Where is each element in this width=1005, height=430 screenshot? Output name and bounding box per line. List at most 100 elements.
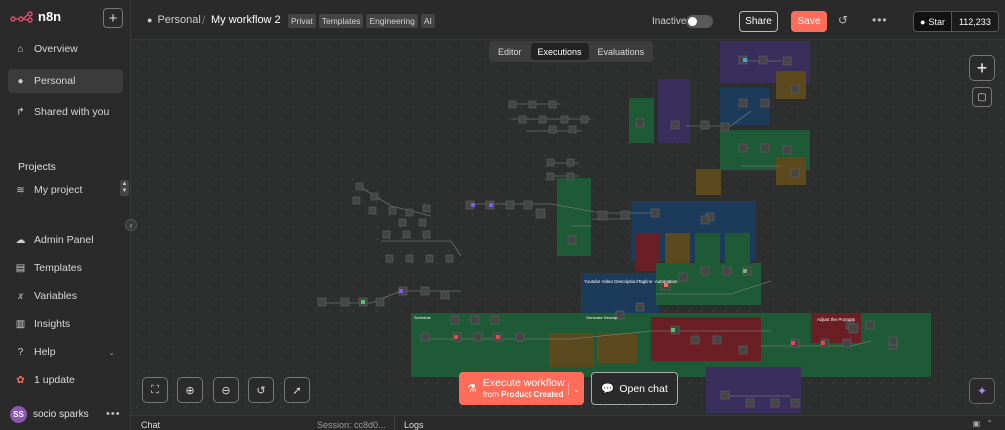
tab-executions[interactable]: Executions xyxy=(530,43,589,60)
tag[interactable]: Engineering xyxy=(366,14,418,28)
schedule-note-title: Schedule xyxy=(414,315,431,320)
selection-mode-button[interactable]: ➚ xyxy=(284,377,310,403)
n8n-logo-icon xyxy=(10,10,33,23)
expand-icon[interactable]: ⌃ xyxy=(986,419,999,428)
more-options-icon[interactable]: ••• xyxy=(872,13,888,27)
sidebar-item-label: Personal xyxy=(34,75,76,87)
execute-trigger: from Product Created xyxy=(483,389,565,400)
plus-icon: + xyxy=(108,9,118,27)
cursor-icon: ➚ xyxy=(292,384,302,397)
chevron-left-icon: ‹ xyxy=(129,220,133,230)
projects-scrollbar[interactable]: ▲ ▼ xyxy=(120,180,129,196)
chart-icon: ▥ xyxy=(15,318,26,330)
sidebar-item-label: 1 update xyxy=(34,374,75,386)
sticky-note[interactable] xyxy=(557,178,591,256)
sidebar-item-shared[interactable]: ↱ Shared with you xyxy=(8,100,123,124)
generate-note-title: Generate Descrip xyxy=(586,315,618,320)
sidebar-item-label: Templates xyxy=(34,262,82,274)
tag[interactable]: AI xyxy=(420,14,435,28)
execute-trigger-name: Product Created xyxy=(501,389,564,399)
sticky-note-icon: ▢ xyxy=(977,91,987,103)
zoom-in-button[interactable]: ⊕ xyxy=(177,377,203,403)
user-name: socio sparks xyxy=(33,409,89,420)
github-star: ● Star xyxy=(914,12,951,31)
sidebar-item-overview[interactable]: ⌂ Overview xyxy=(8,37,123,61)
active-toggle[interactable] xyxy=(686,15,713,28)
chevron-down-icon[interactable]: ⌄ xyxy=(568,383,580,395)
fit-view-icon: ⛶ xyxy=(151,383,159,396)
sticky-note[interactable] xyxy=(696,169,721,195)
share-icon: ↱ xyxy=(16,106,25,118)
tab-editor[interactable]: Editor xyxy=(491,43,529,60)
chat-icon: 💬 xyxy=(601,383,615,395)
save-button[interactable]: Save xyxy=(791,11,827,32)
share-button[interactable]: Share xyxy=(739,11,778,32)
sidebar-item-my-project[interactable]: ≋ My project xyxy=(8,178,123,202)
layers-icon: ≋ xyxy=(16,184,25,196)
execute-workflow-button[interactable]: ⚗ Execute workflow from Product Created … xyxy=(459,372,584,405)
workflow-name[interactable]: My workflow 2 xyxy=(211,14,281,26)
youtube-note-title: Youtube Video Description/Tagline- Autom… xyxy=(584,279,678,284)
panel-controls[interactable]: ▣⌃ xyxy=(973,419,999,428)
user-menu-button[interactable]: ••• xyxy=(106,408,121,420)
popout-icon[interactable]: ▣ xyxy=(973,419,987,428)
ai-assistant-button[interactable]: ✦ xyxy=(969,378,995,404)
session-id: Session: cc8d0... xyxy=(317,420,386,430)
sidebar-item-personal[interactable]: ● Personal xyxy=(8,69,123,93)
github-star-button[interactable]: ● Star 112,233 xyxy=(913,11,999,32)
chat-panel-label[interactable]: Chat xyxy=(141,420,160,430)
sidebar-item-admin-panel[interactable]: ☁ Admin Panel xyxy=(8,228,123,252)
fit-view-button[interactable]: ⛶ xyxy=(142,377,168,403)
sticky-note[interactable] xyxy=(651,317,761,361)
header: ● Personal / My workflow 2 Privat Templa… xyxy=(131,0,1005,40)
n8n-logo[interactable]: n8n xyxy=(10,9,61,24)
sidebar: n8n + ⌂ Overview ● Personal ↱ Shared wit… xyxy=(0,0,137,430)
workflow-tags[interactable]: Privat Templates Engineering AI xyxy=(288,14,435,28)
reset-zoom-button[interactable]: ↺ xyxy=(248,377,274,403)
workflow-graph[interactable]: Youtube Video Description/Tagline- Autom… xyxy=(131,41,1005,415)
app-root: n8n + ⌂ Overview ● Personal ↱ Shared wit… xyxy=(0,0,1005,430)
sidebar-item-update[interactable]: ✿ 1 update xyxy=(8,368,123,392)
status-label: Inactive xyxy=(652,16,687,27)
collapse-sidebar-button[interactable]: ‹ xyxy=(125,219,137,231)
breadcrumb-separator: / xyxy=(202,13,206,27)
add-sticky-button[interactable]: ▢ xyxy=(972,87,992,107)
panel-divider xyxy=(394,416,395,430)
zoom-out-button[interactable]: ⊖ xyxy=(213,377,239,403)
home-icon: ⌂ xyxy=(17,43,24,55)
cloud-icon: ☁ xyxy=(15,234,26,246)
open-chat-button[interactable]: 💬 Open chat xyxy=(591,372,678,405)
sidebar-item-help[interactable]: ? Help ⌄ xyxy=(8,340,123,364)
sidebar-item-variables[interactable]: 𝑥 Variables xyxy=(8,284,123,308)
app-name: n8n xyxy=(38,9,62,24)
view-tabs: Editor Executions Evaluations xyxy=(489,41,654,62)
avatar: SS xyxy=(10,406,27,423)
user-icon: ● xyxy=(17,75,24,87)
workflow-canvas[interactable]: Youtube Video Description/Tagline- Autom… xyxy=(131,41,1005,415)
history-icon[interactable]: ↺ xyxy=(838,13,848,27)
logs-panel-label[interactable]: Logs xyxy=(404,420,424,430)
add-node-button[interactable]: + xyxy=(969,55,995,81)
tab-evaluations[interactable]: Evaluations xyxy=(591,43,652,60)
sticky-note[interactable] xyxy=(597,333,637,363)
breadcrumb-project-label: Personal xyxy=(157,14,201,26)
sidebar-item-insights[interactable]: ▥ Insights xyxy=(8,312,123,336)
sticky-note[interactable] xyxy=(549,333,594,367)
github-star-label: Star xyxy=(928,16,945,27)
adjust-note-title: Adjust the Prompts xyxy=(817,317,856,322)
github-star-count: 112,233 xyxy=(950,12,998,31)
sidebar-item-label: My project xyxy=(34,184,83,196)
plus-icon: + xyxy=(976,57,988,78)
create-button[interactable]: + xyxy=(103,8,123,28)
user-icon: ● xyxy=(147,15,153,25)
tag[interactable]: Templates xyxy=(318,14,364,28)
sidebar-item-label: Insights xyxy=(34,318,71,330)
sticky-note[interactable] xyxy=(658,79,690,143)
sidebar-item-label: Help xyxy=(34,346,56,358)
open-chat-label: Open chat xyxy=(619,382,668,395)
breadcrumb-project[interactable]: ● Personal xyxy=(147,14,201,26)
sidebar-item-templates[interactable]: ▤ Templates xyxy=(8,256,123,280)
user-profile[interactable]: SS socio sparks xyxy=(10,406,89,423)
tag[interactable]: Privat xyxy=(288,14,316,28)
undo-icon: ↺ xyxy=(256,384,266,397)
